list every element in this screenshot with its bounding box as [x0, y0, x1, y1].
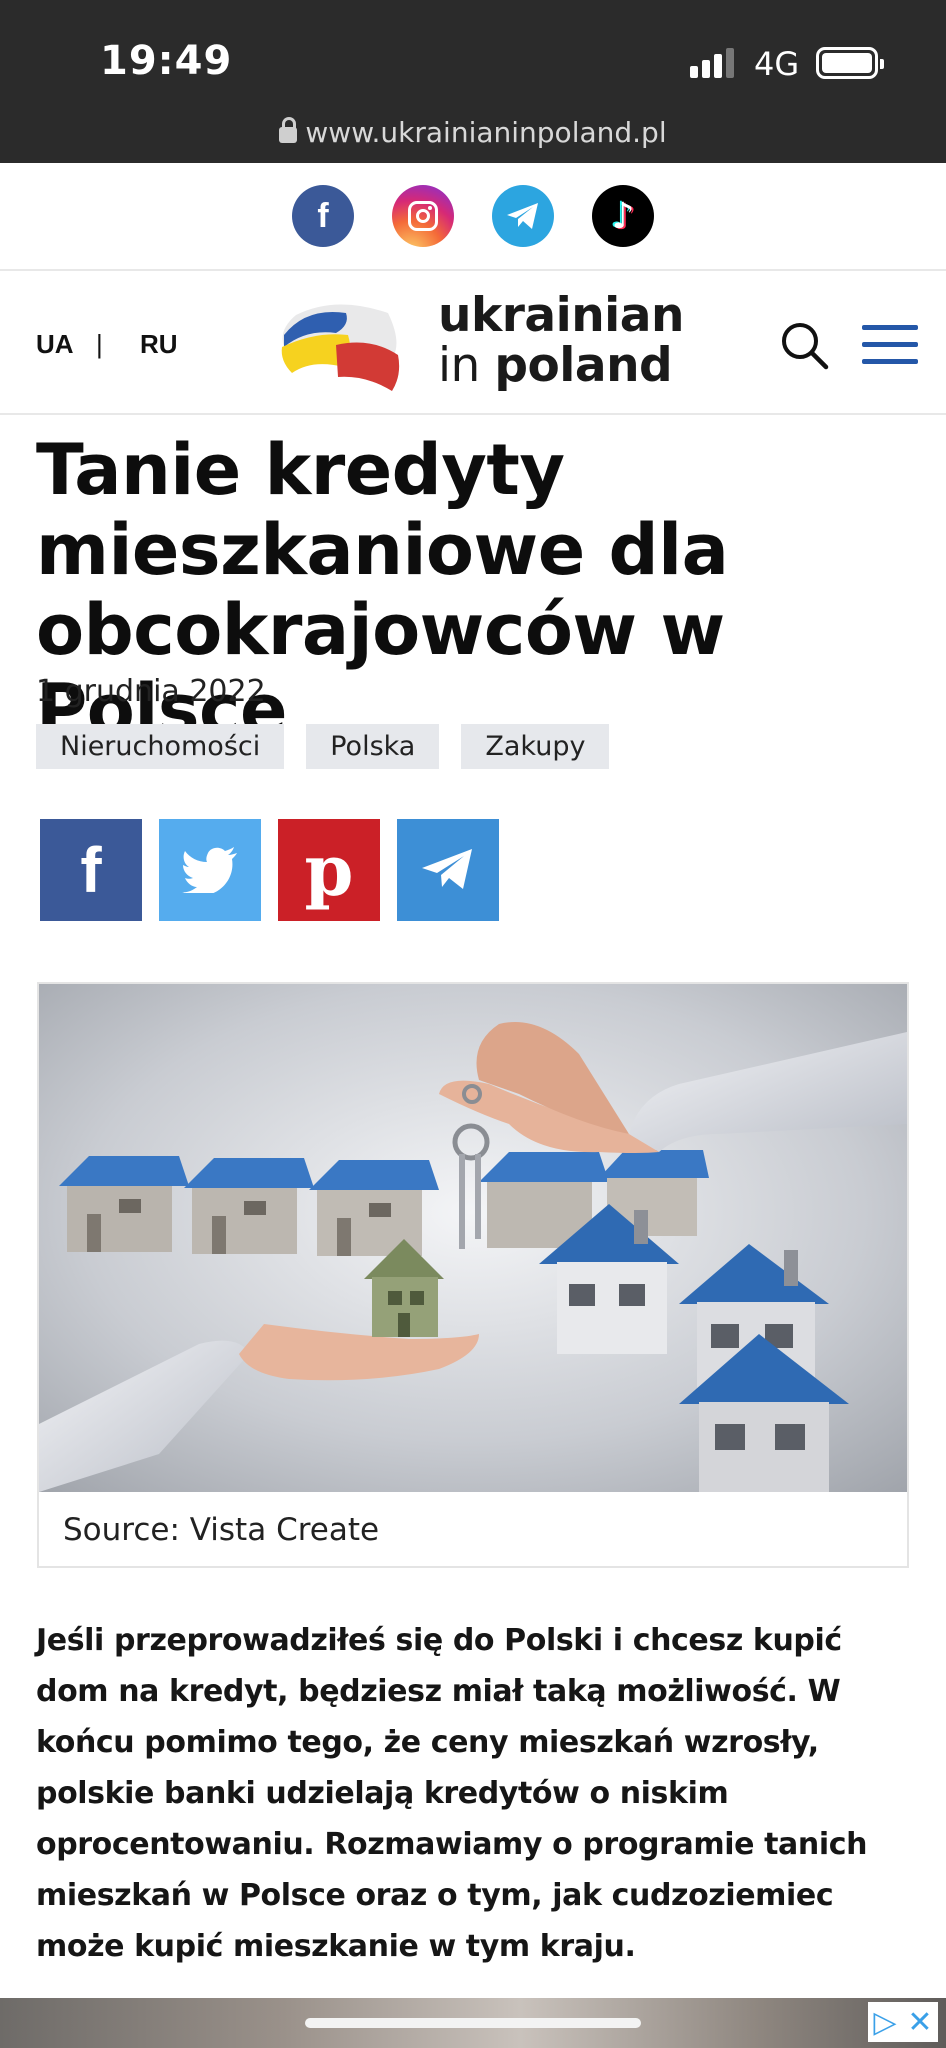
telegram-icon[interactable]	[492, 185, 554, 247]
status-bar: 19:49 4G www.ukrainianinpoland.pl	[0, 0, 946, 163]
tag-nieruchomosci[interactable]: Nieruchomości	[36, 724, 285, 769]
pinterest-icon: p	[304, 828, 354, 912]
tiktok-icon[interactable]: ♪	[592, 185, 654, 247]
close-icon[interactable]: ✕	[907, 2005, 932, 2040]
url-bar[interactable]: www.ukrainianinpoland.pl	[0, 116, 946, 149]
facebook-icon: f	[80, 834, 102, 906]
tag-polska[interactable]: Polska	[306, 724, 440, 769]
site-header: UA | RU ukrainian in poland	[0, 273, 946, 415]
article-date: 1 grudnia 2022	[36, 674, 266, 709]
image-caption: Source: Vista Create	[63, 1512, 380, 1548]
ad-choices-icon[interactable]: ▷	[873, 2005, 896, 2040]
signal-icon	[690, 48, 736, 78]
telegram-icon	[422, 849, 472, 889]
battery-icon	[816, 47, 884, 79]
article-lead-paragraph: Jeśli przeprowadziłeś się do Polski i ch…	[36, 1623, 868, 1964]
hamburger-menu-button[interactable]	[862, 325, 920, 365]
social-links-bar: f ♪	[0, 163, 946, 271]
logo-text-poland: poland	[494, 338, 673, 393]
home-indicator	[305, 2018, 641, 2028]
instagram-icon[interactable]	[392, 185, 454, 247]
search-button[interactable]	[780, 321, 830, 371]
share-pinterest-button[interactable]: p	[278, 819, 380, 921]
share-telegram-button[interactable]	[397, 819, 499, 921]
language-ru-link[interactable]: RU	[140, 329, 178, 360]
facebook-icon[interactable]: f	[292, 185, 354, 247]
share-buttons: f p	[40, 819, 499, 921]
share-facebook-button[interactable]: f	[40, 819, 142, 921]
language-ua-link[interactable]: UA	[36, 329, 74, 360]
search-icon	[782, 323, 829, 370]
language-separator: |	[96, 329, 103, 359]
ad-controls[interactable]: ▷ ✕	[868, 2002, 938, 2042]
status-time: 19:49	[100, 38, 233, 84]
site-logo[interactable]: ukrainian in poland	[276, 291, 684, 401]
article-figure: Source: Vista Create	[37, 982, 909, 1568]
logo-text-line1: ukrainian	[438, 288, 684, 343]
lock-icon	[279, 117, 298, 143]
article-image[interactable]	[39, 984, 907, 1492]
share-twitter-button[interactable]	[159, 819, 261, 921]
tag-zakupy[interactable]: Zakupy	[461, 724, 610, 769]
network-label: 4G	[754, 45, 800, 83]
article-tags: Nieruchomości Polska Zakupy	[36, 724, 610, 769]
logo-text-in: in	[438, 338, 480, 393]
url-text: www.ukrainianinpoland.pl	[305, 116, 667, 149]
twitter-icon	[182, 847, 237, 893]
logo-flag-icon	[281, 304, 400, 391]
